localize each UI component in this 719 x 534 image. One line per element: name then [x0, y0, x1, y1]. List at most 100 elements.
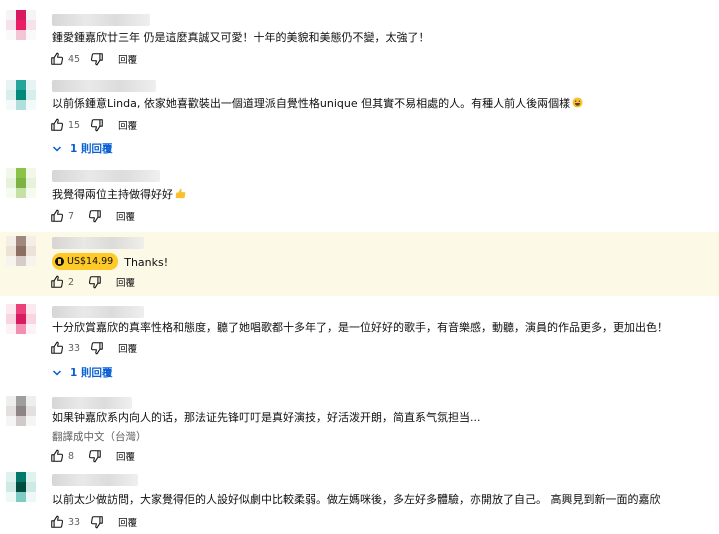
- super-thanks-badge: US$14.99: [52, 253, 119, 270]
- thumbs-up-icon[interactable]: [50, 515, 64, 529]
- avatar-tile: [16, 396, 26, 406]
- author-name[interactable]: [52, 474, 138, 486]
- reply-button[interactable]: 回覆: [118, 52, 137, 66]
- like-count: 33: [68, 342, 81, 354]
- avatar[interactable]: [6, 396, 36, 426]
- like-count: 2: [68, 276, 75, 288]
- avatar-tile: [16, 90, 26, 100]
- avatar-tile: [26, 90, 36, 100]
- avatar-tile: [26, 482, 36, 492]
- like-count: 15: [68, 119, 81, 131]
- avatar-tile: [6, 30, 16, 40]
- avatar-tile: [26, 100, 36, 110]
- avatar-tile: [16, 246, 26, 256]
- thumbs-up-icon[interactable]: [50, 52, 64, 66]
- like-count: 8: [68, 450, 75, 462]
- avatar-tile: [6, 10, 16, 20]
- chevron-down-icon: [52, 369, 62, 376]
- translate-link[interactable]: 翻譯成中文（台灣）: [52, 429, 147, 444]
- avatar-tile: [16, 30, 26, 40]
- avatar[interactable]: [6, 10, 36, 40]
- comment-actions: 33 回覆: [50, 340, 137, 356]
- comment-item: 鍾愛鍾嘉欣廿三年 仍是這麼真誠又可愛！十年的美貌和美態仍不變，太強了！ 45 回…: [0, 0, 719, 74]
- reply-button[interactable]: 回覆: [118, 118, 137, 132]
- comment-item: US$14.99 Thanks! 2 回覆: [0, 232, 719, 296]
- thumbs-down-icon[interactable]: [90, 341, 104, 355]
- comment-actions: 7 回覆: [50, 208, 135, 224]
- like-count: 45: [68, 53, 81, 65]
- avatar[interactable]: [6, 236, 36, 266]
- avatar-tile: [6, 406, 16, 416]
- thumbs-down-icon[interactable]: [90, 118, 104, 132]
- avatar-tile: [6, 304, 16, 314]
- thumbs-up-icon[interactable]: [50, 118, 64, 132]
- avatar-tile: [6, 236, 16, 246]
- reply-button[interactable]: 回覆: [118, 341, 137, 355]
- avatar-tile: [26, 80, 36, 90]
- thumbs-up-emoji: [175, 188, 186, 199]
- comment-actions: 8 回覆: [50, 448, 135, 464]
- author-name[interactable]: [52, 80, 156, 92]
- avatar-tile: [6, 168, 16, 178]
- avatar[interactable]: [6, 168, 36, 198]
- avatar[interactable]: [6, 304, 36, 334]
- avatar-tile: [26, 246, 36, 256]
- like-count: 7: [68, 210, 75, 222]
- comment-text: 如果钟嘉欣系内向人的话，那法证先锋叮叮是真好演技，好活泼开朗，简直系气氛担当..…: [52, 411, 481, 424]
- avatar-tile: [26, 20, 36, 30]
- thumbs-up-icon[interactable]: [50, 341, 64, 355]
- reply-button[interactable]: 回覆: [118, 515, 137, 529]
- avatar-tile: [16, 482, 26, 492]
- comment-actions: 33 回覆: [50, 514, 137, 530]
- thumbs-up-icon[interactable]: [50, 275, 64, 289]
- avatar-tile: [6, 188, 16, 198]
- thumbs-down-icon[interactable]: [88, 449, 102, 463]
- avatar-tile: [16, 492, 26, 502]
- avatar-tile: [16, 324, 26, 334]
- reply-button[interactable]: 回覆: [116, 275, 135, 289]
- thumbs-up-icon[interactable]: [50, 209, 64, 223]
- avatar-tile: [6, 90, 16, 100]
- comment-actions: 15 回覆: [50, 117, 137, 133]
- avatar-tile: [6, 324, 16, 334]
- comment-text: 鍾愛鍾嘉欣廿三年 仍是這麼真誠又可愛！十年的美貌和美態仍不變，太強了！: [52, 31, 430, 44]
- view-replies-button[interactable]: 1 則回覆: [52, 365, 112, 380]
- avatar-tile: [26, 30, 36, 40]
- avatar-tile: [26, 304, 36, 314]
- replies-count: 1 則回覆: [70, 143, 113, 155]
- avatar-tile: [26, 314, 36, 324]
- avatar-tile: [16, 80, 26, 90]
- avatar-tile: [16, 416, 26, 426]
- avatar-tile: [6, 482, 16, 492]
- thumbs-down-icon[interactable]: [88, 209, 102, 223]
- author-name[interactable]: [52, 397, 132, 409]
- reply-button[interactable]: 回覆: [116, 449, 135, 463]
- comment-item: 我覺得兩位主持做得好好 7 回覆: [0, 160, 719, 232]
- comment-item: 以前太少做訪問，大家覺得佢的人設好似劇中比較柔弱。做左媽咪後，多左好多體驗，亦開…: [0, 466, 719, 534]
- avatar-tile: [16, 178, 26, 188]
- thumbs-down-icon[interactable]: [90, 52, 104, 66]
- avatar-tile: [16, 406, 26, 416]
- author-name[interactable]: [52, 237, 144, 249]
- view-replies-button[interactable]: 1 則回覆: [52, 141, 112, 156]
- author-name[interactable]: [52, 306, 144, 318]
- comment-text: US$14.99 Thanks!: [52, 253, 168, 270]
- avatar[interactable]: [6, 472, 36, 502]
- avatar-tile: [16, 304, 26, 314]
- reply-button[interactable]: 回覆: [116, 209, 135, 223]
- avatar-tile: [26, 324, 36, 334]
- chevron-down-icon: [52, 145, 62, 152]
- avatar-tile: [26, 416, 36, 426]
- avatar-tile: [26, 406, 36, 416]
- comment-item: 十分欣賞嘉欣的真率性格和態度，聽了她唱歌都十多年了，是一位好好的歌手，有音樂感，…: [0, 298, 719, 384]
- thumbs-down-icon[interactable]: [88, 275, 102, 289]
- thumbs-down-icon[interactable]: [90, 515, 104, 529]
- thumbs-up-icon[interactable]: [50, 449, 64, 463]
- author-name[interactable]: [52, 14, 150, 26]
- avatar-tile: [26, 188, 36, 198]
- author-name[interactable]: [52, 170, 160, 182]
- avatar-tile: [6, 472, 16, 482]
- avatar-tile: [6, 492, 16, 502]
- avatar[interactable]: [6, 80, 36, 110]
- like-count: 33: [68, 516, 81, 528]
